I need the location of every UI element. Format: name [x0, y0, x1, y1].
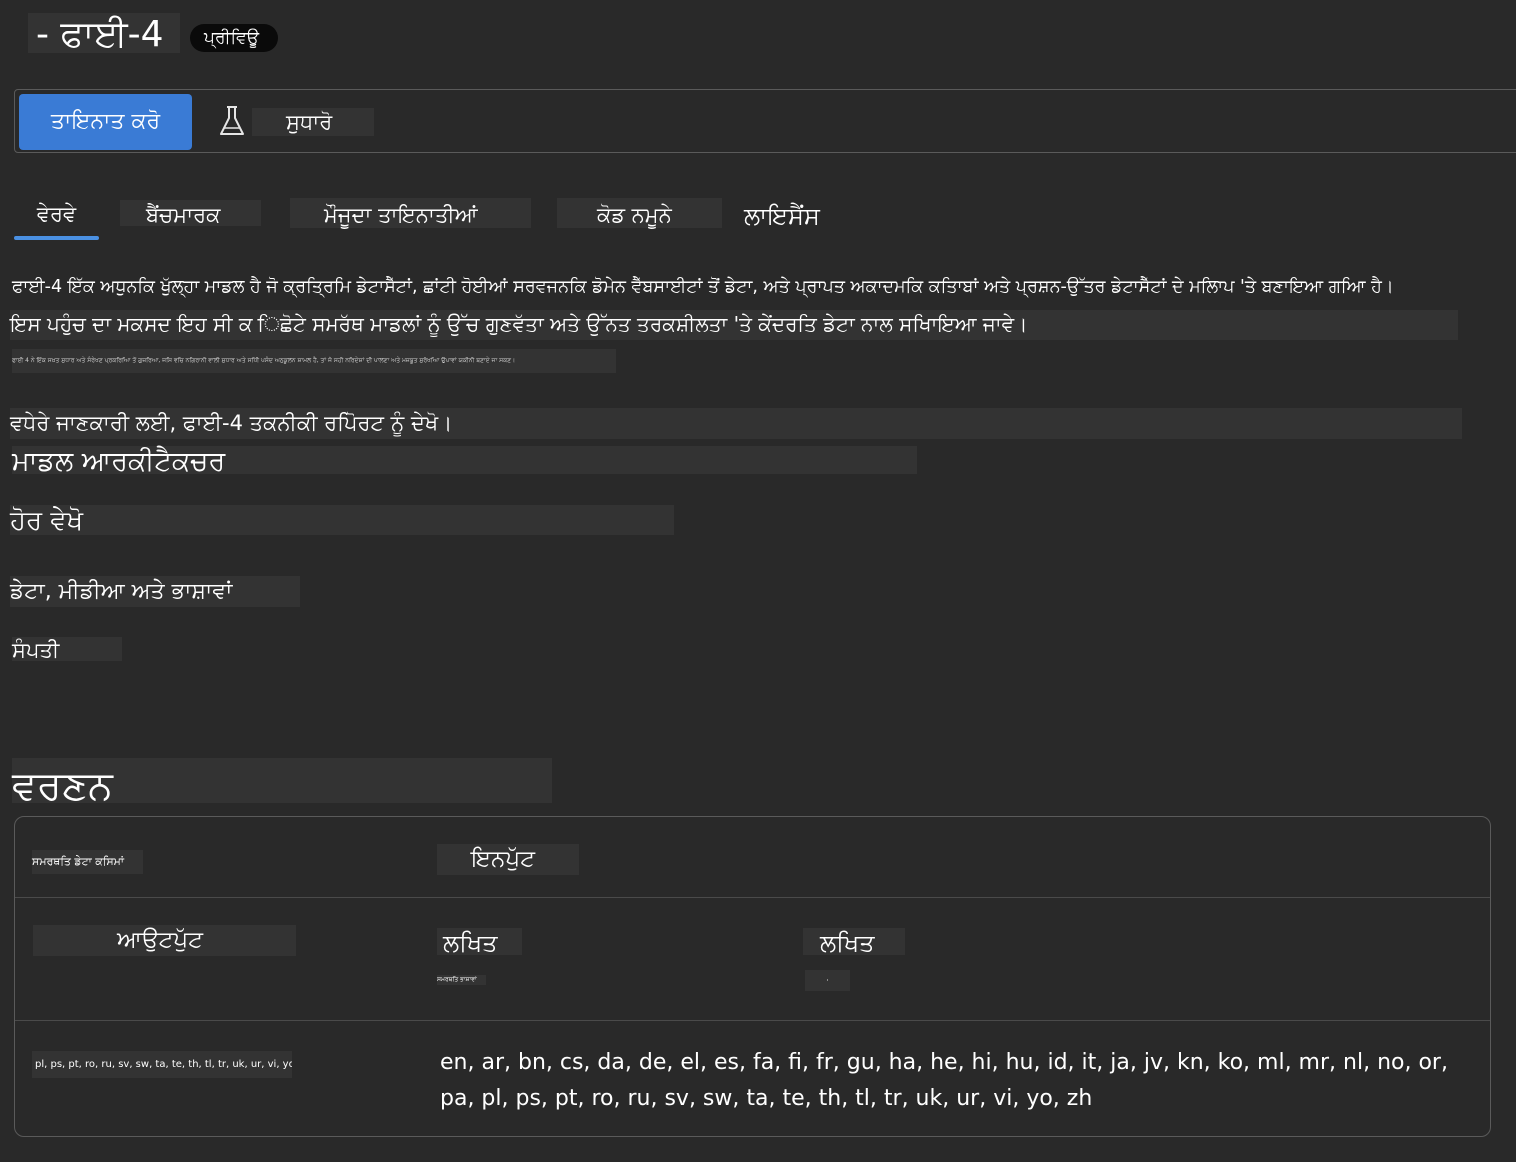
input-type-text: ਲਖਿਤ — [437, 928, 522, 957]
data-media-heading: ਡੇਟਾ, ਮੀਡੀਆ ਅਤੇ ਭਾਸ਼ਾਵਾਂ — [10, 576, 300, 607]
table-divider — [15, 1020, 1490, 1021]
tab-benchmarks[interactable]: ਬੈਂਚਮਾਰਕ — [120, 200, 261, 227]
tab-details[interactable]: ਵੇਰਵੇ — [14, 197, 99, 229]
page-title: - ਫਾਈ-4 — [28, 13, 180, 55]
tab-existing-deployments[interactable]: ਮੌਜੂਦਾ ਤਾਇਨਾਤੀਆਂ — [290, 198, 531, 228]
deploy-button[interactable]: ਤਾਇਨਾਤ ਕਰੋ — [19, 94, 192, 150]
purpose-paragraph: ਇਸ ਪਹੁੰਚ ਦਾ ਮਕਸਦ ਇਹ ਸੀ ਕ ਿਛੋਟੇ ਸਮਰੱਥ ਮਾਡ… — [10, 310, 1458, 340]
improve-button[interactable]: ਸੁਧਾਰੋ — [252, 108, 374, 136]
preview-badge: ਪ੍ਰੀਵਿਊ — [190, 24, 278, 52]
more-info-link[interactable]: ਵਧੇਰੇ ਜਾਣਕਾਰੀ ਲਈ, ਫਾਈ-4 ਤਕਨੀਕੀ ਰਪਿੋਰਟ ਨੂ… — [10, 408, 1462, 439]
supported-languages-note: ਸਮਰਥਤਿ ਭਾਸ਼ਾਵਾਂ — [437, 975, 486, 985]
see-also-heading: ਹੋਰ ਵੇਖੋ — [10, 505, 674, 536]
intro-paragraph: ਫਾਈ-4 ਇੱਕ ਅਧੁਨਕਿ ਖੁੱਲ੍ਹਾ ਮਾਡਲ ਹੈ ਜੋ ਕ੍ਰਤ… — [12, 277, 1394, 297]
alignment-paragraph: ਫਾਈ 4 ਨੇ ਇੱਕ ਸਖ਼ਤ ਸੁਧਾਰ ਅਤੇ ਸੰਰੇਖਣ ਪ੍ਰਕਰ… — [12, 349, 616, 373]
active-tab-indicator — [14, 236, 99, 240]
input-header: ਇਨਪੁੱਟ — [437, 844, 579, 875]
flask-icon[interactable] — [218, 104, 246, 138]
property-heading: ਸੰਪਤੀ — [12, 637, 122, 662]
description-heading: ਵਰਣਨ — [12, 758, 552, 809]
tab-license[interactable]: ਲਾਇਸੈਂਸ — [744, 199, 844, 231]
languages-label: pl, ps, pt, ro, ru, sv, sw, ta, te, th, … — [32, 1051, 292, 1078]
languages-list: en, ar, bn, cs, da, de, el, es, fa, fi, … — [440, 1050, 1448, 1111]
table-divider — [15, 897, 1490, 898]
output-label: ਆਉਟਪੁੱਟ — [33, 925, 296, 956]
architecture-heading: ਮਾਡਲ ਆਰਕੀਟੈਕਚਰ — [12, 446, 917, 477]
output-type-text: ਲਖਿਤ — [803, 928, 905, 957]
supported-types-label: ਸਮਰਥਤਿ ਡੇਟਾ ਕਸਿਮਾਂ — [32, 850, 143, 874]
output-note: · — [805, 970, 850, 991]
tab-code-samples[interactable]: ਕੋਡ ਨਮੂਨੇ — [557, 198, 722, 228]
